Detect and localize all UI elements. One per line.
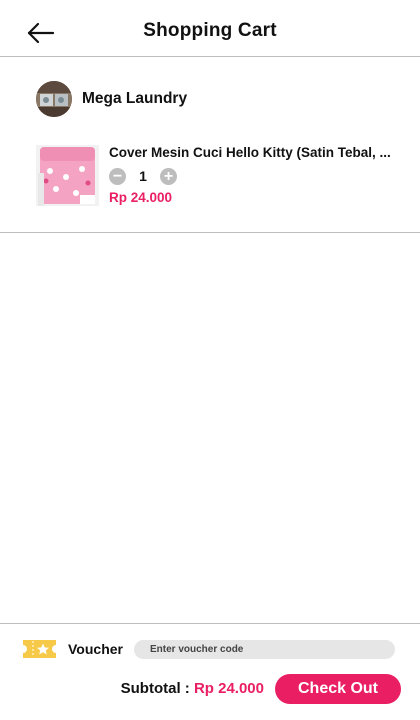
- voucher-code-input[interactable]: [134, 640, 395, 659]
- quantity-stepper: − 1 +: [109, 167, 177, 185]
- store-row[interactable]: Mega Laundry: [36, 81, 187, 117]
- quantity-value: 1: [139, 168, 147, 184]
- store-avatar: [36, 81, 72, 117]
- subtotal: Subtotal : Rp 24.000: [121, 680, 264, 697]
- increment-button[interactable]: +: [160, 167, 177, 185]
- app-header: Shopping Cart: [0, 0, 420, 57]
- subtotal-label: Subtotal :: [120, 680, 190, 697]
- ticket-star-icon: [23, 640, 56, 658]
- divider: [0, 232, 420, 233]
- store-name[interactable]: Mega Laundry: [82, 90, 187, 108]
- cart-item: Cover Mesin Cuci Hello Kitty (Satin Teba…: [36, 143, 406, 207]
- voucher-label: Voucher: [68, 641, 123, 657]
- product-image[interactable]: [36, 145, 99, 206]
- page-title: Shopping Cart: [143, 20, 277, 41]
- checkout-button[interactable]: Check Out: [275, 674, 401, 704]
- subtotal-amount: Rp 24.000: [193, 680, 264, 697]
- product-title[interactable]: Cover Mesin Cuci Hello Kitty (Satin Teba…: [109, 145, 401, 160]
- decrement-button[interactable]: −: [109, 167, 126, 185]
- product-price: Rp 24.000: [109, 190, 173, 205]
- cart-footer: Voucher Subtotal : Rp 24.000 Check Out: [0, 623, 420, 720]
